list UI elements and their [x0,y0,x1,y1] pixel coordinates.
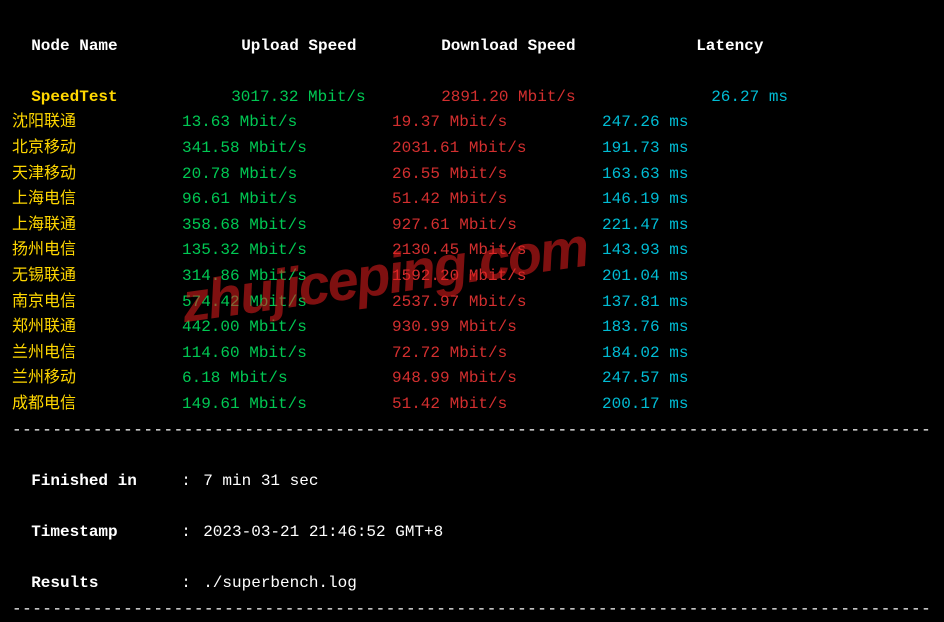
latency-cell: 146.19 ms [602,187,742,213]
latency-cell: 191.73 ms [602,136,742,162]
table-header-row: Node NameUpload SpeedDownload SpeedLaten… [12,8,932,59]
download-cell: 26.55 Mbit/s [392,162,602,188]
divider-line-bottom: ----------------------------------------… [12,597,932,622]
table-row: 北京移动341.58 Mbit/s2031.61 Mbit/s191.73 ms [12,136,932,162]
node-name-cell: 郑州联通 [12,315,182,341]
upload-cell: 149.61 Mbit/s [182,392,392,418]
table-row: 成都电信149.61 Mbit/s51.42 Mbit/s200.17 ms [12,392,932,418]
table-row: 兰州电信114.60 Mbit/s72.72 Mbit/s184.02 ms [12,341,932,367]
data-rows-container: 沈阳联通13.63 Mbit/s19.37 Mbit/s247.26 ms北京移… [12,110,932,417]
speedtest-latency: 26.27 ms [711,85,788,111]
node-name-cell: 天津移动 [12,162,182,188]
upload-cell: 114.60 Mbit/s [182,341,392,367]
table-row: 沈阳联通13.63 Mbit/s19.37 Mbit/s247.26 ms [12,110,932,136]
table-row: 无锡联通314.86 Mbit/s1592.20 Mbit/s201.04 ms [12,264,932,290]
node-name-cell: 兰州移动 [12,366,182,392]
upload-cell: 6.18 Mbit/s [182,366,392,392]
latency-cell: 183.76 ms [602,315,742,341]
speedtest-row: SpeedTest3017.32 Mbit/s2891.20 Mbit/s26.… [12,59,932,110]
node-name-cell: 成都电信 [12,392,182,418]
latency-cell: 143.93 ms [602,238,742,264]
footer-timestamp-row: Timestamp:2023-03-21 21:46:52 GMT+8 [12,494,932,545]
latency-cell: 247.26 ms [602,110,742,136]
node-name-cell: 兰州电信 [12,341,182,367]
download-cell: 2537.97 Mbit/s [392,290,602,316]
node-name-cell: 上海联通 [12,213,182,239]
upload-cell: 442.00 Mbit/s [182,315,392,341]
node-name-cell: 北京移动 [12,136,182,162]
colon: : [181,469,203,495]
table-row: 天津移动20.78 Mbit/s26.55 Mbit/s163.63 ms [12,162,932,188]
table-row: 郑州联通442.00 Mbit/s930.99 Mbit/s183.76 ms [12,315,932,341]
latency-cell: 163.63 ms [602,162,742,188]
node-name-cell: 沈阳联通 [12,110,182,136]
header-latency: Latency [696,34,763,60]
colon: : [181,571,203,597]
upload-cell: 574.42 Mbit/s [182,290,392,316]
download-cell: 19.37 Mbit/s [392,110,602,136]
header-upload: Upload Speed [241,34,441,60]
table-row: 扬州电信135.32 Mbit/s2130.45 Mbit/s143.93 ms [12,238,932,264]
header-download: Download Speed [441,34,696,60]
upload-cell: 314.86 Mbit/s [182,264,392,290]
latency-cell: 201.04 ms [602,264,742,290]
node-name-cell: 扬州电信 [12,238,182,264]
footer-finished-row: Finished in:7 min 31 sec [12,443,932,494]
upload-cell: 96.61 Mbit/s [182,187,392,213]
node-name-cell: 南京电信 [12,290,182,316]
download-cell: 72.72 Mbit/s [392,341,602,367]
speedtest-name: SpeedTest [31,85,231,111]
divider-line: ----------------------------------------… [12,418,932,444]
node-name-cell: 上海电信 [12,187,182,213]
upload-cell: 135.32 Mbit/s [182,238,392,264]
download-cell: 1592.20 Mbit/s [392,264,602,290]
upload-cell: 20.78 Mbit/s [182,162,392,188]
speedtest-upload: 3017.32 Mbit/s [231,85,441,111]
header-node-name: Node Name [31,34,241,60]
timestamp-label: Timestamp [31,520,181,546]
results-label: Results [31,571,181,597]
results-value: ./superbench.log [203,574,357,592]
footer-results-row: Results:./superbench.log [12,545,932,596]
download-cell: 930.99 Mbit/s [392,315,602,341]
download-cell: 2130.45 Mbit/s [392,238,602,264]
download-cell: 51.42 Mbit/s [392,392,602,418]
latency-cell: 137.81 ms [602,290,742,316]
timestamp-value: 2023-03-21 21:46:52 GMT+8 [203,523,443,541]
upload-cell: 13.63 Mbit/s [182,110,392,136]
upload-cell: 341.58 Mbit/s [182,136,392,162]
colon: : [181,520,203,546]
finished-label: Finished in [31,469,181,495]
finished-value: 7 min 31 sec [203,472,318,490]
speedtest-download: 2891.20 Mbit/s [441,85,711,111]
table-row: 南京电信574.42 Mbit/s2537.97 Mbit/s137.81 ms [12,290,932,316]
table-row: 上海联通358.68 Mbit/s927.61 Mbit/s221.47 ms [12,213,932,239]
upload-cell: 358.68 Mbit/s [182,213,392,239]
table-row: 上海电信96.61 Mbit/s51.42 Mbit/s146.19 ms [12,187,932,213]
latency-cell: 221.47 ms [602,213,742,239]
download-cell: 51.42 Mbit/s [392,187,602,213]
download-cell: 927.61 Mbit/s [392,213,602,239]
download-cell: 2031.61 Mbit/s [392,136,602,162]
download-cell: 948.99 Mbit/s [392,366,602,392]
table-row: 兰州移动6.18 Mbit/s948.99 Mbit/s247.57 ms [12,366,932,392]
node-name-cell: 无锡联通 [12,264,182,290]
latency-cell: 200.17 ms [602,392,742,418]
latency-cell: 247.57 ms [602,366,742,392]
latency-cell: 184.02 ms [602,341,742,367]
